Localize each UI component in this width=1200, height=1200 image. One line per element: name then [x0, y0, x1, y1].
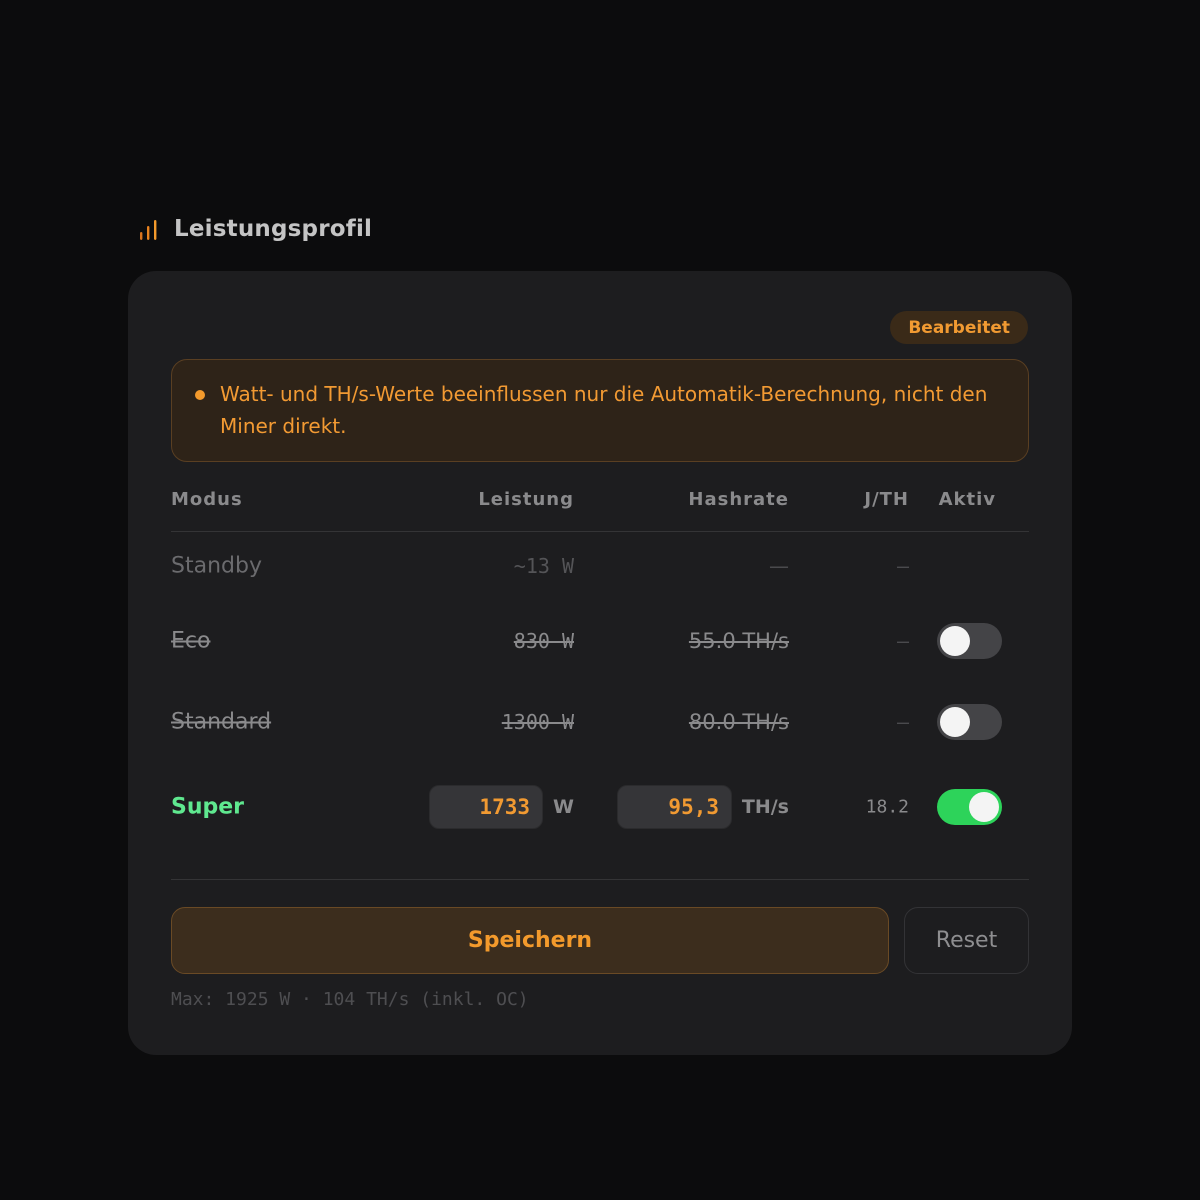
header-hashrate: Hashrate	[688, 489, 789, 510]
eco-active-toggle[interactable]	[937, 623, 1002, 659]
table-row-eco: Eco 830 W 55.0 TH/s —	[171, 616, 1029, 666]
mode-label: Standby	[171, 553, 262, 579]
max-footnote: Max: 1925 W · 104 TH/s (inkl. OC)	[171, 989, 529, 1010]
notice-dot-icon	[195, 390, 205, 400]
mode-label: Eco	[171, 628, 211, 654]
edited-badge: Bearbeitet	[890, 311, 1028, 344]
table-row-standby: Standby ~13 W — —	[171, 541, 1029, 591]
hashrate-input[interactable]: 95,3	[617, 785, 732, 829]
reset-button[interactable]: Reset	[904, 907, 1029, 974]
hashrate-unit: TH/s	[741, 796, 789, 818]
section-header: Leistungsprofil	[138, 216, 372, 242]
table-row-super: Super 1733 W 95,3 TH/s 18.2	[171, 782, 1029, 832]
info-notice: Watt- und TH/s-Werte beeinflussen nur di…	[171, 359, 1029, 462]
jth-value: —	[896, 629, 909, 653]
power-input[interactable]: 1733	[429, 785, 543, 829]
save-button[interactable]: Speichern	[171, 907, 889, 974]
hashrate-value: —	[769, 554, 789, 578]
header-power: Leistung	[478, 489, 574, 510]
mode-label: Standard	[171, 709, 272, 735]
standard-active-toggle[interactable]	[937, 704, 1002, 740]
power-value: 830 W	[513, 629, 574, 653]
power-value: 1300 W	[501, 710, 574, 734]
section-title: Leistungsprofil	[174, 216, 373, 242]
mode-label: Super	[171, 794, 245, 820]
hashrate-value: 55.0 TH/s	[688, 629, 789, 653]
notice-text: Watt- und TH/s-Werte beeinflussen nur di…	[220, 382, 988, 438]
power-value: ~13 W	[513, 554, 574, 578]
super-active-toggle[interactable]	[937, 789, 1002, 825]
table-header: Modus Leistung Hashrate J/TH Aktiv	[171, 487, 1029, 532]
jth-value: 18.2	[865, 796, 909, 818]
toggle-knob	[940, 626, 970, 656]
toggle-knob	[969, 792, 999, 822]
performance-profile-card: Bearbeitet Watt- und TH/s-Werte beeinflu…	[128, 271, 1072, 1055]
power-unit: W	[553, 796, 574, 818]
header-mode: Modus	[171, 489, 243, 510]
jth-value: —	[896, 710, 909, 734]
hashrate-value: 80.0 TH/s	[688, 710, 789, 734]
jth-value: —	[896, 554, 909, 578]
header-jth: J/TH	[864, 489, 909, 510]
divider	[171, 879, 1029, 880]
toggle-knob	[940, 707, 970, 737]
header-active: Aktiv	[938, 489, 996, 510]
signal-bars-icon	[140, 220, 157, 240]
table-row-standard: Standard 1300 W 80.0 TH/s —	[171, 697, 1029, 747]
